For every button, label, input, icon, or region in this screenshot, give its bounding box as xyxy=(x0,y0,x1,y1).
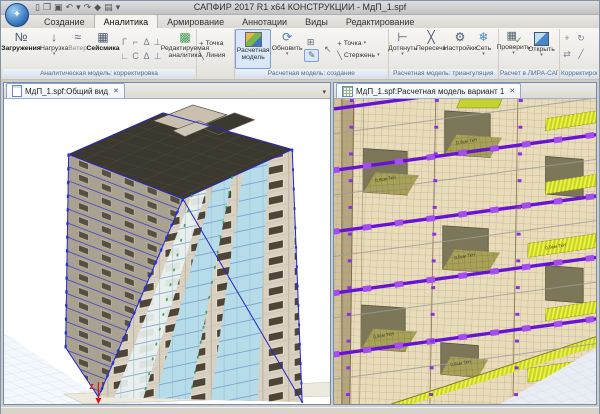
tab-create[interactable]: Создание xyxy=(35,15,94,28)
extend-icon: ⊢ xyxy=(397,30,407,45)
window-title: САПФИР 2017 R1 x64 КОНСТРУКЦИИ - МдП_1.s… xyxy=(1,2,599,12)
tab-editing[interactable]: Редактирование xyxy=(337,15,424,28)
mesh-square-icon[interactable]: ⊞ xyxy=(304,37,317,48)
group-triangulation: ⊢ Дотянуть ▾ ╳ Пересечь ⚙ Настройки ❄ Се… xyxy=(389,29,499,79)
update-icon: ⟳ xyxy=(282,30,292,45)
extend-button[interactable]: ⊢ Дотянуть ▾ xyxy=(389,29,417,69)
load-button[interactable]: ↓ Нагрузка ▾ xyxy=(40,29,68,69)
line-mini-button[interactable]: ╲Линия xyxy=(199,51,225,60)
tool-icon-1[interactable]: Γ xyxy=(122,35,127,49)
right-pane-tabbar: МдП_1.spf:Расчетная модель вариант 1 ✕ xyxy=(334,83,596,99)
group-caption: Расчетная модель: триангуляция xyxy=(390,69,497,78)
mesh-net-button[interactable]: ❄ Сеть ▾ xyxy=(475,29,493,69)
svg-text:Z: Z xyxy=(89,384,94,391)
mesh-document-icon xyxy=(342,86,353,97)
document-area: МдП_1.spf:Общий вид ✕ ▾ xyxy=(1,80,599,407)
calc-model-viewport[interactable]: 0,9см 7кН 0,9см 7кН 0,9см 7кН 0,9см 7кН … xyxy=(334,99,596,404)
tab-views[interactable]: Виды xyxy=(296,15,337,28)
move-icon[interactable]: + xyxy=(564,33,569,49)
loads-icon: № xyxy=(15,30,28,45)
tab-calc-model[interactable]: МдП_1.spf:Расчетная модель вариант 1 ✕ xyxy=(336,83,521,98)
editable-analytics-icon: ▩ xyxy=(179,30,190,45)
close-tab-icon[interactable]: ✕ xyxy=(509,87,515,95)
seismic-button[interactable]: ▦ Сейсмика xyxy=(87,29,119,69)
general-view-3d-viewport[interactable]: Z xyxy=(4,99,330,404)
update-button[interactable]: ⟳ Обновить ▾ xyxy=(271,29,303,69)
title-bar: ✦ ▯ ❒ ▣ ↶ ▾ ↷ ◆ ▤ ▾ САПФИР 2017 R1 x64 К… xyxy=(1,1,599,15)
tab-list-chevron-icon[interactable]: ▾ xyxy=(322,88,330,98)
group-caption: Расчет в ЛИРА-САПР xyxy=(500,69,558,78)
app-window: ✦ ▯ ❒ ▣ ↶ ▾ ↷ ◆ ▤ ▾ САПФИР 2017 R1 x64 К… xyxy=(0,0,600,414)
calc-model-pane: МдП_1.spf:Расчетная модель вариант 1 ✕ xyxy=(333,82,597,405)
app-logo-icon[interactable]: ✦ xyxy=(5,3,29,27)
tab-reinforcement[interactable]: Армирование xyxy=(158,15,233,28)
group-calc-model-create: Расчетная модель ⟳ Обновить ▾ ⊞ ✎ ↖ +Точ… xyxy=(235,29,388,79)
loads-button[interactable]: № Загружения xyxy=(2,29,40,69)
group-analytic-model: № Загружения ↓ Нагрузка ▾ ≈ Ветер ▦ Сейс… xyxy=(2,29,197,79)
edit-mesh-icon[interactable]: ✎ xyxy=(304,49,319,62)
bar-element-button[interactable]: ╲Стержень ▾ xyxy=(337,51,379,60)
general-view-pane: МдП_1.spf:Общий вид ✕ ▾ xyxy=(3,82,331,405)
wind-button[interactable]: ≈ Ветер xyxy=(68,29,87,69)
tab-general-view[interactable]: МдП_1.spf:Общий вид ✕ xyxy=(6,83,125,98)
ribbon-tab-bar: Создание Аналитика Армирование Аннотации… xyxy=(1,15,599,28)
group-mini-point-line: +Точка ╲Линия xyxy=(197,29,235,79)
group-correction: + ↻ ⇄ ╱ Корректировка xyxy=(560,29,598,79)
group-caption: Аналитическая модель: корректировка xyxy=(3,69,195,78)
load-dropdown-icon[interactable]: ▾ xyxy=(53,52,56,56)
update-dropdown-icon[interactable]: ▾ xyxy=(286,52,289,56)
intersect-button[interactable]: ╳ Пересечь xyxy=(417,29,446,69)
mesh-edit-tools: ⊞ ✎ xyxy=(303,29,320,69)
settings-gear-icon: ⚙ xyxy=(455,30,466,45)
lira-cube-icon xyxy=(534,32,549,46)
net-icon: ❄ xyxy=(479,30,489,45)
document-icon xyxy=(12,85,22,97)
tab-annotations[interactable]: Аннотации xyxy=(233,15,296,28)
tool-icon-6[interactable]: Ϲ xyxy=(132,49,139,63)
tool-icon-3[interactable]: Δ xyxy=(143,35,149,49)
rotate-icon[interactable]: ↻ xyxy=(577,33,585,49)
calc-model-icon xyxy=(245,32,262,47)
close-tab-icon[interactable]: ✕ xyxy=(113,87,119,95)
wind-icon: ≈ xyxy=(74,30,81,45)
draw-line-icon[interactable]: ╱ xyxy=(578,49,583,65)
tab-analytics[interactable]: Аналитика xyxy=(94,14,159,28)
left-pane-tabbar: МдП_1.spf:Общий вид ✕ ▾ xyxy=(4,83,330,99)
seismic-icon: ▦ xyxy=(97,30,108,45)
load-icon: ↓ xyxy=(51,30,57,45)
cursor-tool: ↖ xyxy=(320,29,335,69)
calc-model-button[interactable]: Расчетная модель xyxy=(235,29,271,69)
correction-tools-grid: + ↻ ⇄ ╱ xyxy=(560,29,588,69)
cursor-icon[interactable]: ↖ xyxy=(321,44,334,55)
ribbon: № Загружения ↓ Нагрузка ▾ ≈ Ветер ▦ Сейс… xyxy=(1,28,599,80)
tool-icon-2[interactable]: ⌐ xyxy=(133,35,138,49)
status-bar xyxy=(1,407,599,414)
check-button[interactable]: ▦✓ Проверить ▾ xyxy=(499,29,528,69)
settings-button[interactable]: ⚙ Настройки xyxy=(446,29,475,69)
intersect-icon: ╳ xyxy=(427,30,434,45)
tool-icon-7[interactable]: Δ xyxy=(143,49,149,63)
building-model[interactable] xyxy=(66,105,303,402)
tool-icon-5[interactable]: ∟ xyxy=(120,49,129,63)
group-caption: Расчетная модель: создание xyxy=(236,69,386,78)
open-in-lira-button[interactable]: Открыть ▾ xyxy=(528,29,555,69)
check-icon: ▦✓ xyxy=(507,30,521,44)
swap-icon[interactable]: ⇄ xyxy=(563,49,571,65)
analytic-tools-grid: Γ ⌐ Δ ⊥ ∟ Ϲ Δ ⊥ xyxy=(119,29,163,69)
point-mini-button[interactable]: +Точка xyxy=(199,39,225,48)
group-lira-sapr: ▦✓ Проверить ▾ Открыть ▾ Расчет в ЛИРА-С… xyxy=(499,29,560,79)
group-caption: Корректировка xyxy=(561,69,597,78)
point-node-button[interactable]: +Точка ▾ xyxy=(337,39,379,48)
